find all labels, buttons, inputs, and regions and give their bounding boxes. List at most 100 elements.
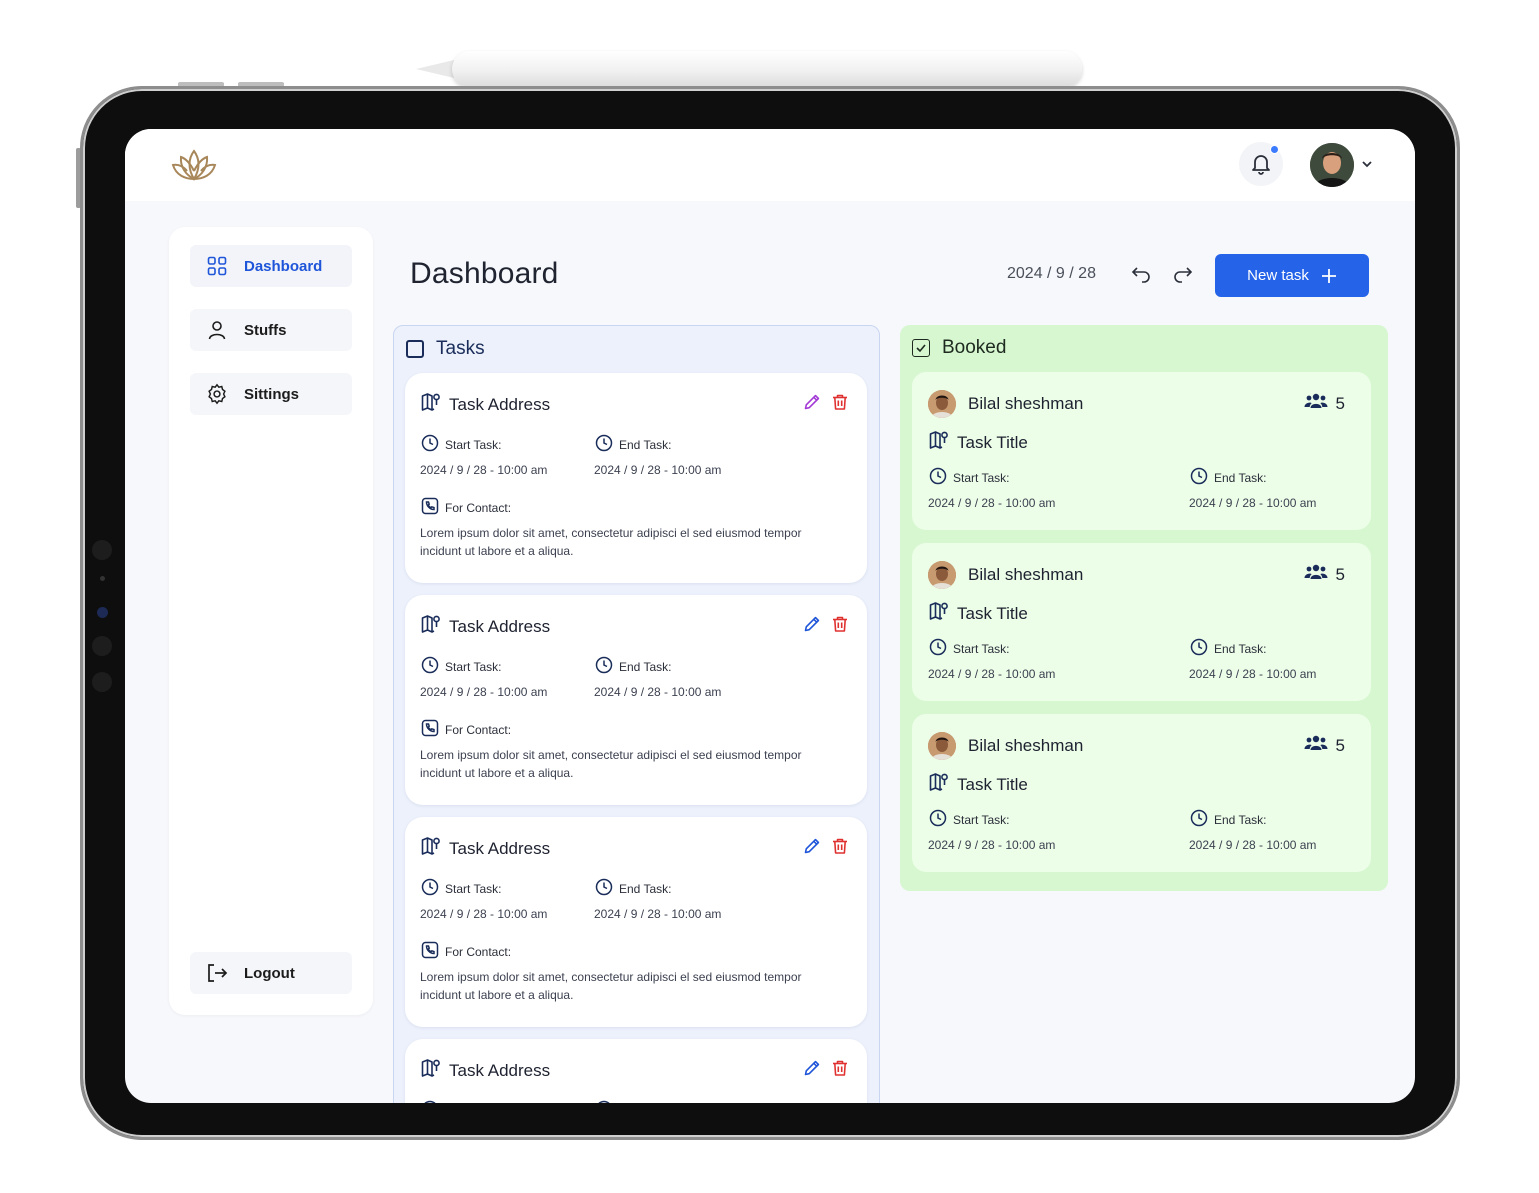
assignee-name: Bilal sheshman xyxy=(968,565,1084,584)
team-icon xyxy=(1304,563,1328,586)
clock-icon xyxy=(1190,467,1208,488)
team-icon xyxy=(1304,392,1328,415)
clock-icon xyxy=(595,656,613,677)
phone-icon xyxy=(421,719,439,740)
end-task-label: End Task: xyxy=(595,1100,671,1103)
clock-icon xyxy=(421,878,439,899)
task-card[interactable]: Task AddressStart Task:End Task:2024 / 9… xyxy=(405,1039,867,1103)
lotus-logo-icon xyxy=(171,149,217,181)
start-task-value: 2024 / 9 / 28 - 10:00 am xyxy=(928,496,1056,510)
task-title-label: Task Title xyxy=(957,774,1028,794)
booked-task-title: Task Title xyxy=(929,601,1028,626)
clock-icon xyxy=(595,878,613,899)
undo-icon[interactable] xyxy=(1131,265,1151,283)
task-card[interactable]: Task AddressStart Task:End Task:2024 / 9… xyxy=(405,373,867,583)
phone-icon xyxy=(421,941,439,962)
booked-column: Booked Bilal sheshman 5 Task Title Start Ta… xyxy=(900,325,1388,891)
delete-icon[interactable] xyxy=(831,1059,849,1082)
booked-card[interactable]: Bilal sheshman 5 Task Title Start Task: End … xyxy=(912,543,1371,701)
start-task-text: Start Task: xyxy=(953,470,1010,485)
start-task-value: 2024 / 9 / 28 - 10:00 am xyxy=(928,667,1056,681)
chevron-down-icon[interactable] xyxy=(1361,159,1373,169)
end-task-label: End Task: xyxy=(1190,809,1266,830)
task-card-actions xyxy=(803,837,849,860)
avatar-image xyxy=(1310,143,1354,187)
end-task-value: 2024 / 9 / 28 - 10:00 am xyxy=(594,907,722,921)
notification-button[interactable] xyxy=(1239,142,1283,186)
assignee-avatar xyxy=(928,390,956,418)
new-task-button[interactable]: New task xyxy=(1215,254,1369,297)
redo-icon[interactable] xyxy=(1173,265,1193,283)
delete-icon[interactable] xyxy=(831,393,849,416)
task-card-title: Task Address xyxy=(421,1058,550,1083)
logout-button[interactable]: Logout xyxy=(190,952,352,994)
end-task-text: End Task: xyxy=(619,437,672,452)
start-task-value: 2024 / 9 / 28 - 10:00 am xyxy=(420,463,548,477)
task-card[interactable]: Task AddressStart Task:End Task:2024 / 9… xyxy=(405,595,867,805)
end-task-label: End Task: xyxy=(1190,467,1266,488)
end-task-label: End Task: xyxy=(595,878,671,899)
end-task-text: End Task: xyxy=(619,881,672,896)
end-task-value: 2024 / 9 / 28 - 10:00 am xyxy=(594,685,722,699)
camera-dot xyxy=(92,540,112,560)
start-task-text: Start Task: xyxy=(445,659,502,674)
user-avatar[interactable] xyxy=(1310,143,1354,187)
sidebar-item-stuffs[interactable]: Stuffs xyxy=(190,309,352,351)
current-date: 2024 / 9 / 28 xyxy=(1007,265,1096,282)
start-task-label: Start Task: xyxy=(929,467,1009,488)
task-description: Lorem ipsum dolor sit amet, consectetur … xyxy=(420,970,802,1002)
map-icon xyxy=(421,392,441,417)
booked-task-title: Task Title xyxy=(929,430,1028,455)
start-task-value: 2024 / 9 / 28 - 10:00 am xyxy=(420,685,548,699)
team-count: 5 xyxy=(1304,392,1345,415)
start-task-text: Start Task: xyxy=(953,641,1010,656)
edit-icon[interactable] xyxy=(803,615,821,638)
task-address-label: Task Address xyxy=(449,838,551,858)
clock-icon xyxy=(1190,809,1208,830)
booked-card[interactable]: Bilal sheshman 5 Task Title Start Task: End … xyxy=(912,714,1371,872)
clock-icon xyxy=(421,434,439,455)
team-count-value: 5 xyxy=(1335,564,1345,584)
end-task-text: End Task: xyxy=(619,659,672,674)
task-card[interactable]: Task Address Start Task: End Task: 2024 / 9… xyxy=(405,817,867,1027)
sidebar-item-sittings[interactable]: Sittings xyxy=(190,373,352,415)
stylus-pencil xyxy=(452,51,1082,87)
booked-card[interactable]: Bilal sheshman 5 Task Title Start Task: End … xyxy=(912,372,1371,530)
booked-task-title: Task Title xyxy=(929,772,1028,797)
team-count: 5 xyxy=(1304,734,1345,757)
delete-icon[interactable] xyxy=(831,837,849,860)
clock-icon xyxy=(421,656,439,677)
start-task-text: Start Task: xyxy=(445,437,502,452)
team-count-value: 5 xyxy=(1335,393,1345,413)
map-icon xyxy=(421,1058,441,1083)
end-task-value: 2024 / 9 / 28 - 10:00 am xyxy=(1189,496,1317,510)
sidebar-item-label: Stuffs xyxy=(244,321,287,339)
tasks-checkbox[interactable] xyxy=(406,340,424,358)
end-task-text: End Task: xyxy=(1214,470,1267,485)
map-icon xyxy=(421,836,441,861)
start-task-value: 2024 / 9 / 28 - 10:00 am xyxy=(420,907,548,921)
checked-box-icon[interactable] xyxy=(912,339,930,357)
top-bar xyxy=(125,129,1415,201)
for-contact-label: For Contact: xyxy=(421,719,511,740)
start-task-label: Start Task: xyxy=(421,878,501,899)
sidebar-item-dashboard[interactable]: Dashboard xyxy=(190,245,352,287)
end-task-label: End Task: xyxy=(595,434,671,455)
start-task-text: Start Task: xyxy=(445,881,502,896)
edit-icon[interactable] xyxy=(803,837,821,860)
team-count-value: 5 xyxy=(1335,735,1345,755)
end-task-value: 2024 / 9 / 28 - 10:00 am xyxy=(1189,667,1317,681)
edit-icon[interactable] xyxy=(803,1059,821,1082)
gear-icon xyxy=(206,383,228,405)
clock-icon xyxy=(929,638,947,659)
map-icon xyxy=(929,772,949,797)
task-description: Lorem ipsum dolor sit amet, consectetur … xyxy=(420,526,802,558)
user-icon xyxy=(206,319,228,341)
delete-icon[interactable] xyxy=(831,615,849,638)
edit-icon[interactable] xyxy=(803,393,821,416)
logout-icon xyxy=(206,962,228,984)
clock-icon xyxy=(421,1100,439,1103)
assignee-name: Bilal sheshman xyxy=(968,736,1084,755)
pencil-tip xyxy=(416,60,454,78)
tasks-heading-label: Tasks xyxy=(436,338,485,359)
